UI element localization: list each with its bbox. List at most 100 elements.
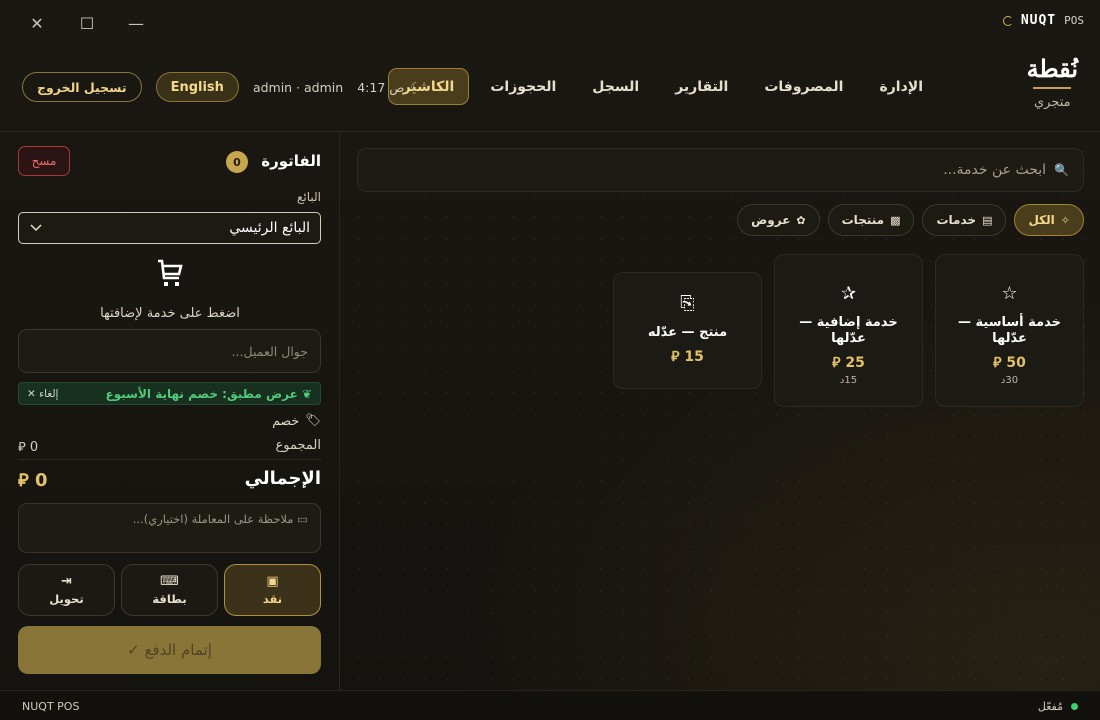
subtotal-value: ⃁ 0 (18, 438, 38, 455)
status-app-name: NUQT POS (22, 700, 80, 713)
brand-mini: NUQT POS (1002, 13, 1084, 28)
pay-transfer-label: تحويل (49, 592, 84, 606)
payment-methods: ▣ نقد ⌨ بطاقة ⇥ تحويل (18, 564, 321, 616)
subtotal-label: المجموع (275, 438, 321, 453)
search-icon: 🔍 (1054, 163, 1069, 177)
filter-offers-label: عروض (751, 213, 791, 227)
note-placeholder: ملاحظة على المعاملة (اختياري)... (132, 512, 294, 526)
leaf-icon: ❦ (297, 386, 312, 401)
product-card[interactable]: ☆ خدمة أساسية — عدّلها 50 ⃁ 30د (935, 254, 1084, 407)
maximize-icon[interactable]: ☐ (76, 12, 98, 34)
product-duration: 15د (839, 375, 858, 386)
spinner-icon (1002, 15, 1013, 26)
pay-cash-button[interactable]: ▣ نقد (224, 564, 321, 616)
filter-services[interactable]: ▤ خدمات (922, 204, 1007, 236)
tab-expenses[interactable]: المصروفات (749, 68, 858, 105)
star-icon: ☆ (1001, 283, 1018, 304)
logo: نُقطة متجري (1027, 54, 1078, 110)
product-grid: ☆ خدمة أساسية — عدّلها 50 ⃁ 30د ✰ خدمة إ… (613, 254, 1084, 407)
currency-icon: ⃁ (18, 440, 26, 455)
filter-services-label: خدمات (936, 213, 977, 227)
clock: 4:17 ص ☾ (357, 80, 421, 95)
product-card[interactable]: ✰ خدمة إضافية — عدّلها 25 ⃁ 15د (774, 254, 923, 407)
logo-subtitle: متجري (1033, 95, 1071, 110)
cash-icon: ▣ (266, 574, 279, 589)
search-input[interactable] (372, 162, 1047, 178)
brand-name: NUQT (1020, 13, 1057, 28)
minimize-icon[interactable]: — (125, 12, 147, 34)
promo-cancel-button[interactable]: ✕ إلغاء (27, 388, 58, 400)
search-bar: 🔍 (357, 148, 1084, 192)
filter-products[interactable]: ▩ منتجات (827, 204, 915, 236)
product-price-amount: 50 (1006, 355, 1026, 371)
title-bar: ✕ ☐ — NUQT POS (0, 0, 1100, 44)
subtotal-amount: 0 (29, 440, 39, 455)
customer-phone-input[interactable] (18, 329, 321, 373)
brand-suffix: POS (1064, 14, 1084, 27)
moon-icon: ☾ (410, 80, 422, 94)
tab-bookings[interactable]: الحجوزات (475, 68, 571, 105)
tab-reports[interactable]: التقارير (660, 68, 743, 105)
promo-text: ❦ عرض مطبق: خصم نهاية الأسبوع (106, 387, 312, 401)
pay-cash-label: نقد (262, 592, 283, 606)
currency-icon: ⃁ (18, 470, 29, 491)
product-price-amount: 15 (684, 349, 704, 365)
discount-row[interactable]: 🏷 خصم (272, 412, 321, 428)
product-price: 15 ⃁ (614, 347, 761, 365)
product-name: خدمة إضافية — عدّلها (799, 315, 898, 346)
tag-icon: 🏷 (305, 412, 321, 427)
logo-underline (1033, 87, 1072, 89)
category-filters: ✧ الكل ▤ خدمات ▩ منتجات ✿ عروض (737, 204, 1084, 236)
product-price-amount: 25 (845, 355, 865, 371)
filter-products-label: منتجات (841, 213, 885, 227)
status-indicator: مُفعّل (1038, 700, 1078, 713)
status-text: مُفعّل (1037, 700, 1063, 713)
discount-label: خصم (272, 412, 300, 428)
status-dot-icon (1071, 703, 1078, 710)
gift-box-icon: ⎘ (680, 293, 695, 314)
currency-icon: ⃁ (993, 355, 1002, 371)
transaction-note-field[interactable]: ▭ ملاحظة على المعاملة (اختياري)... (18, 503, 321, 553)
pay-card-button[interactable]: ⌨ بطاقة (121, 564, 218, 616)
pay-transfer-button[interactable]: ⇥ تحويل (18, 564, 115, 616)
product-card[interactable]: ⎘ منتج — عدّله 15 ⃁ (613, 272, 762, 389)
product-duration: 30د (1000, 375, 1019, 386)
filter-all[interactable]: ✧ الكل (1014, 204, 1084, 236)
currency-icon: ⃁ (671, 349, 680, 365)
total-row: الإجمالي ⃁ 0 (18, 468, 321, 494)
invoice-count-badge: 0 (226, 151, 248, 173)
header-actions: تسجيل الخروج English admin · admin 4:17 … (22, 72, 421, 102)
gift-icon: ✿ (796, 213, 806, 227)
tab-admin[interactable]: الإدارة (864, 68, 938, 105)
tab-log[interactable]: السجل (577, 68, 654, 105)
language-button[interactable]: English (155, 72, 239, 102)
box-icon: ▩ (890, 213, 901, 227)
pay-card-label: بطاقة (152, 592, 187, 606)
cart-icon (0, 258, 340, 294)
subtotal-row: المجموع ⃁ 0 (18, 436, 321, 460)
card-icon: ⌨ (160, 574, 179, 589)
list-icon: ▤ (982, 213, 993, 227)
close-icon[interactable]: ✕ (26, 12, 48, 34)
applied-promo-banner: ❦ عرض مطبق: خصم نهاية الأسبوع ✕ إلغاء (18, 382, 321, 405)
currency-icon: ⃁ (832, 355, 841, 371)
complete-payment-button[interactable]: إتمام الدفع ✓ (18, 626, 321, 674)
invoice-header: الفاتورة 0 مسح (18, 146, 321, 178)
product-price: 25 ⃁ (775, 353, 922, 371)
catalog-panel: 🔍 ✧ الكل ▤ خدمات ▩ منتجات ✿ عروض ☆ (340, 132, 1100, 690)
seller-label: البائع (297, 190, 321, 204)
status-bar: NUQT POS مُفعّل (0, 690, 1100, 720)
logo-name: نُقطة (1026, 54, 1078, 83)
product-name: منتج — عدّله (647, 325, 728, 340)
logout-button[interactable]: تسجيل الخروج (22, 72, 142, 102)
invoice-panel: الفاتورة 0 مسح البائع البائع الرئيسي اضغ… (0, 132, 340, 690)
product-price: 50 ⃁ (936, 353, 1083, 371)
seller-select[interactable]: البائع الرئيسي (18, 212, 321, 244)
sparkle-icon: ✧ (1060, 213, 1070, 227)
product-name: خدمة أساسية — عدّلها (958, 315, 1061, 346)
clear-button[interactable]: مسح (18, 146, 70, 176)
total-amount: 0 (34, 470, 48, 491)
promo-label: عرض مطبق: خصم نهاية الأسبوع (105, 386, 298, 401)
main-nav: الكاشير الحجوزات السجل التقارير المصروفا… (387, 68, 938, 105)
filter-offers[interactable]: ✿ عروض (737, 204, 820, 236)
